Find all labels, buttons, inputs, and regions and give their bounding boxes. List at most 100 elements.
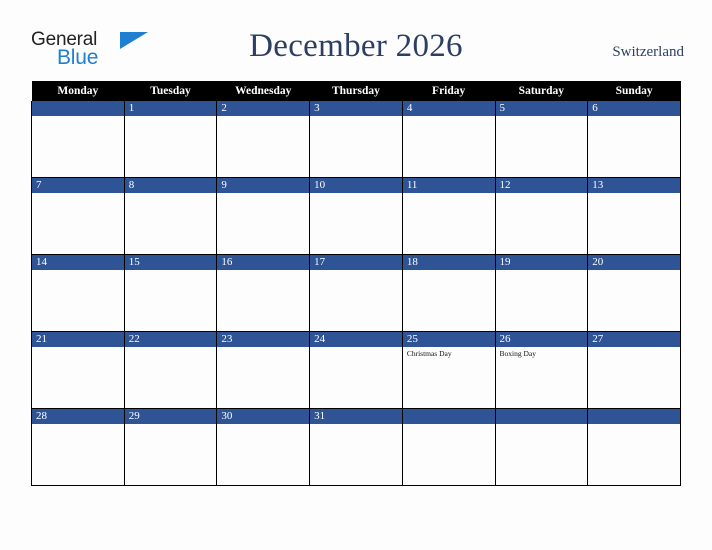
weekday-header-thursday: Thursday: [309, 81, 403, 101]
calendar-week-row: 14 15 16 17 18 19 20: [31, 254, 681, 332]
calendar-week-row: 123456: [31, 101, 681, 178]
day-number: 9: [217, 178, 310, 193]
day-events: [496, 116, 588, 118]
calendar-day-cell-empty[interactable]: [401, 408, 496, 486]
day-number: 2: [217, 101, 310, 116]
day-events: [32, 424, 124, 426]
calendar-day-cell-empty[interactable]: [494, 408, 589, 486]
day-number: 12: [495, 178, 588, 193]
calendar-day-cell-8[interactable]: 8: [123, 177, 218, 255]
day-events: Christmas Day: [403, 347, 495, 359]
day-events: [125, 270, 217, 272]
calendar-day-cell-20[interactable]: 20: [587, 254, 681, 332]
day-number: 1: [124, 101, 217, 116]
day-events: [588, 116, 680, 118]
day-events: [310, 424, 402, 426]
day-number: 14: [32, 255, 124, 270]
calendar-day-cell-18[interactable]: 18: [401, 254, 496, 332]
calendar-day-cell-21[interactable]: 21: [31, 331, 125, 409]
calendar-day-cell-9[interactable]: 9: [216, 177, 311, 255]
day-events: [403, 116, 495, 118]
calendar-day-cell-11[interactable]: 11: [401, 177, 496, 255]
calendar-day-cell-6[interactable]: 6: [587, 101, 681, 178]
day-number: 31: [310, 409, 402, 424]
day-events: [310, 193, 402, 195]
weekday-header-row: Monday Tuesday Wednesday Thursday Friday Satu…: [31, 81, 681, 101]
day-events: [32, 270, 124, 272]
calendar-day-cell-31[interactable]: 31: [309, 408, 403, 486]
calendar-grid: Monday Tuesday Wednesday Thursday Friday Satu…: [31, 81, 681, 486]
calendar-day-cell-15[interactable]: 15: [123, 254, 218, 332]
day-number: 13: [588, 178, 680, 193]
day-number: [495, 409, 588, 424]
calendar-day-cell-19[interactable]: 19: [494, 254, 589, 332]
day-events: [125, 193, 217, 195]
calendar-day-cell-16[interactable]: 16: [216, 254, 311, 332]
weekday-header-sunday: Sunday: [587, 81, 681, 101]
weekday-header-monday: Monday: [31, 81, 125, 101]
page-title: December 2026: [249, 28, 463, 64]
weekday-header-saturday: Saturday: [495, 81, 588, 101]
day-number: 18: [402, 255, 495, 270]
calendar-day-cell-12[interactable]: 12: [494, 177, 589, 255]
day-number: 7: [32, 178, 124, 193]
calendar-day-cell-7[interactable]: 7: [31, 177, 125, 255]
calendar-day-cell-3[interactable]: 3: [309, 101, 403, 178]
day-number: 10: [310, 178, 402, 193]
calendar-day-cell-26[interactable]: 26 Boxing Day: [494, 331, 589, 409]
day-events: [217, 424, 309, 426]
calendar-day-cell-24[interactable]: 24: [309, 331, 403, 409]
day-events: [32, 347, 124, 349]
day-events: [217, 116, 309, 118]
day-number: 4: [402, 101, 495, 116]
day-events: [32, 193, 124, 195]
day-events: [217, 270, 309, 272]
calendar-day-cell-25[interactable]: 25 Christmas Day: [401, 331, 496, 409]
day-events: [496, 270, 588, 272]
calendar-day-cell-2[interactable]: 2: [216, 101, 311, 178]
day-number: 28: [32, 409, 124, 424]
day-events: Boxing Day: [496, 347, 588, 359]
day-events: [588, 193, 680, 195]
calendar-day-cell-10[interactable]: 10: [309, 177, 403, 255]
day-number: 22: [124, 332, 217, 347]
day-number: 20: [588, 255, 680, 270]
day-events: [310, 116, 402, 118]
day-number: [32, 101, 124, 116]
day-events: [217, 347, 309, 349]
day-number: 30: [217, 409, 310, 424]
calendar-day-cell-23[interactable]: 23: [216, 331, 311, 409]
calendar-day-cell-28[interactable]: 28: [31, 408, 125, 486]
calendar-day-cell-27[interactable]: 27: [587, 331, 681, 409]
day-events: [403, 424, 495, 426]
day-number: [402, 409, 495, 424]
holiday-label: Christmas Day: [406, 349, 452, 358]
calendar-day-cell-4[interactable]: 4: [401, 101, 496, 178]
calendar-week-row: 28 29 30 31: [31, 408, 681, 486]
calendar-day-cell-17[interactable]: 17: [309, 254, 403, 332]
day-events: [217, 193, 309, 195]
day-events: [125, 424, 217, 426]
weekday-header-wednesday: Wednesday: [216, 81, 310, 101]
calendar-day-cell-13[interactable]: 13: [587, 177, 681, 255]
calendar-day-cell-29[interactable]: 29: [123, 408, 218, 486]
day-number: 29: [124, 409, 217, 424]
calendar-day-cell-30[interactable]: 30: [216, 408, 311, 486]
day-number: 25: [402, 332, 495, 347]
day-events: [125, 347, 217, 349]
calendar-day-cell-5[interactable]: 5: [494, 101, 589, 178]
day-number: 8: [124, 178, 217, 193]
calendar-week-row: 21 22 23 24 25 Christmas Day 26 Boxing Day 27: [31, 331, 681, 409]
page-header: General Blue December 2026 Switzerland: [0, 0, 712, 80]
calendar-day-cell-empty[interactable]: [587, 408, 681, 486]
day-events: [310, 270, 402, 272]
day-events: [310, 347, 402, 349]
day-events: [588, 347, 680, 349]
calendar-day-cell-1[interactable]: 1: [123, 101, 218, 178]
day-events: [403, 270, 495, 272]
calendar-day-cell-14[interactable]: 14: [31, 254, 125, 332]
day-number: 3: [310, 101, 402, 116]
calendar-body: 1 2 3 4 5 6 7 8 9 10 11 12 13 14 15 16 17 18 19 20 21 22 23 24 2…: [31, 101, 681, 486]
calendar-day-cell-22[interactable]: 22: [123, 331, 218, 409]
calendar-day-cell-empty[interactable]: [31, 101, 125, 178]
